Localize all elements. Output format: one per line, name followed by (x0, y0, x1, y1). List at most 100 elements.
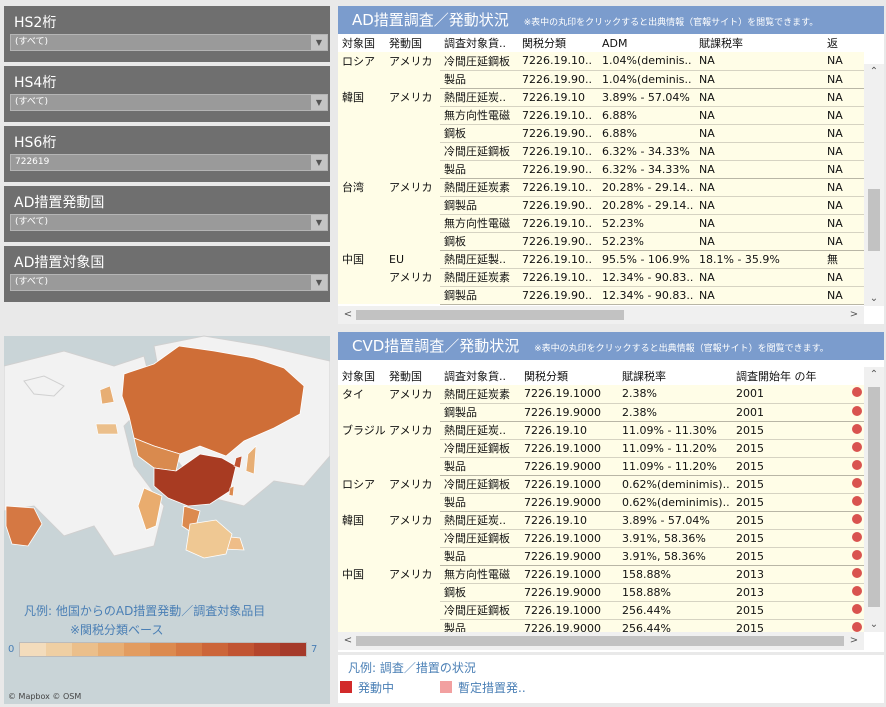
table-row[interactable]: タイ アメリカ 熱間圧延炭素 7226.19.1000 2.38% 2001 (338, 385, 864, 404)
table-row[interactable]: ブラジル アメリカ 熱間圧延炭.. 7226.19.10 11.09% - 11.30%… (338, 421, 864, 440)
filter-select[interactable]: 722619 ▼ (10, 154, 328, 171)
table-row[interactable]: 製品 7226.19.9000 11.09% - 11.20% 2015 (338, 457, 864, 476)
ad-table-viewport[interactable]: 対象国 発動国 調査対象貨.. 関税分類 ADM 賦課税率返 ロシア アメリカ 冷間圧延鋼板 7… (338, 34, 864, 306)
column-header[interactable]: 関税分類 (520, 367, 618, 385)
column-header[interactable]: 対象国 (338, 367, 385, 385)
table-row[interactable]: 鋼板 7226.19.90.. 6.88% NA NA (338, 124, 864, 143)
table-row[interactable]: 台湾 アメリカ 熱間圧延炭素 7226.19.10.. 20.28% - 29.14..… (338, 178, 864, 197)
table-row[interactable]: ロシア アメリカ 冷間圧延鋼板 7226.19.1000 0.62%(deminimis… (338, 475, 864, 494)
filter-select[interactable]: (すべて) ▼ (10, 94, 328, 111)
source-link-cell[interactable] (848, 619, 864, 632)
filter-select[interactable]: (すべて) ▼ (10, 274, 328, 291)
table-row[interactable]: 製品 7226.19.90.. 6.32% - 34.33% NA NA (338, 160, 864, 179)
source-link-cell[interactable] (848, 475, 864, 494)
table-row[interactable]: 製品 7226.19.9000 0.62%(deminimis).. 2015 (338, 493, 864, 512)
table-row[interactable]: 韓国 アメリカ 熱間圧延炭.. 7226.19.10 3.89% - 57.04% NA N… (338, 88, 864, 107)
column-header[interactable]: ADM (598, 34, 695, 52)
source-link-cell[interactable] (848, 511, 864, 530)
table-row[interactable]: 鋼板 7226.19.9000 158.88% 2013 (338, 583, 864, 602)
scroll-thumb[interactable] (868, 189, 880, 251)
table-row[interactable]: 鋼製品 7226.19.9000 2.38% 2001 (338, 403, 864, 422)
scroll-right-icon[interactable]: > (846, 309, 862, 320)
column-header[interactable] (848, 367, 864, 385)
column-header[interactable]: 対象国 (338, 34, 385, 52)
cvd-horizontal-scrollbar[interactable]: < > (338, 632, 864, 650)
source-dot-icon[interactable] (852, 513, 862, 524)
source-dot-icon[interactable] (852, 621, 862, 632)
scroll-thumb[interactable] (868, 387, 880, 607)
column-header[interactable]: 発動国 (385, 34, 440, 52)
source-dot-icon[interactable] (852, 405, 862, 416)
table-row[interactable]: 製品 7226.19.90.. 1.04%(deminis.. NA NA (338, 70, 864, 89)
chevron-down-icon[interactable]: ▼ (311, 35, 327, 50)
table-row[interactable]: 鋼製品 7226.19.90.. 12.34% - 90.83.. NA NA (338, 286, 864, 305)
source-link-cell[interactable] (848, 493, 864, 512)
table-row[interactable]: 冷間圧延鋼板 7226.19.1000 11.09% - 11.20% 2015 (338, 439, 864, 458)
scroll-thumb[interactable] (356, 310, 624, 320)
map-attribution[interactable]: © Mapbox © OSM (8, 692, 81, 701)
legend-item-active[interactable]: 発動中 (340, 679, 394, 696)
scroll-down-icon[interactable]: ⌄ (866, 619, 882, 630)
table-row[interactable]: ロシア アメリカ 冷間圧延鋼板 7226.19.10.. 1.04%(deminis..… (338, 52, 864, 71)
source-link-cell[interactable] (848, 565, 864, 584)
legend-item-provisional[interactable]: 暫定措置発.. (440, 679, 526, 696)
table-row[interactable]: 無方向性電磁 7226.19.10.. 52.23% NA NA (338, 214, 864, 233)
column-header[interactable]: 関税分類 (518, 34, 598, 52)
table-row[interactable]: 中国 アメリカ 無方向性電磁 7226.19.1000 158.88% 2013 (338, 565, 864, 584)
scroll-left-icon[interactable]: < (340, 309, 356, 320)
chevron-down-icon[interactable]: ▼ (311, 215, 327, 230)
filter-select[interactable]: (すべて) ▼ (10, 214, 328, 231)
column-header[interactable]: 賦課税率 (695, 34, 823, 52)
table-row[interactable]: 鋼板 7226.19.90.. 52.23% NA NA (338, 232, 864, 251)
chevron-down-icon[interactable]: ▼ (311, 155, 327, 170)
table-row[interactable]: 冷間圧延鋼板 7226.19.1000 3.91%, 58.36% 2015 (338, 529, 864, 548)
source-dot-icon[interactable] (852, 459, 862, 470)
source-link-cell[interactable] (848, 547, 864, 566)
source-link-cell[interactable] (848, 529, 864, 548)
filter-select[interactable]: (すべて) ▼ (10, 34, 328, 51)
scroll-right-icon[interactable]: > (846, 635, 862, 646)
column-header[interactable]: 調査対象貨.. (440, 34, 518, 52)
column-header[interactable]: 発動国 (385, 367, 440, 385)
column-header[interactable]: 調査対象貨.. (440, 367, 520, 385)
country-brazil[interactable] (5, 505, 43, 547)
source-link-cell[interactable] (848, 385, 864, 404)
table-row[interactable]: 鋼製品 7226.19.90.. 20.28% - 29.14.. NA NA (338, 196, 864, 215)
source-dot-icon[interactable] (852, 441, 862, 452)
source-dot-icon[interactable] (852, 477, 862, 488)
source-dot-icon[interactable] (852, 603, 862, 614)
country-turkey[interactable] (95, 423, 119, 435)
world-map[interactable]: 凡例: 他国からのAD措置発動／調査対象品目 ※関税分類ベース 0 7 © Ma… (4, 306, 330, 704)
table-row[interactable]: 製品 7226.19.9000 3.91%, 58.36% 2015 (338, 547, 864, 566)
cvd-vertical-scrollbar[interactable]: ⌃ ⌄ (864, 367, 884, 632)
source-dot-icon[interactable] (852, 387, 862, 398)
scroll-thumb[interactable] (356, 636, 844, 646)
source-link-cell[interactable] (848, 457, 864, 476)
column-header[interactable]: 返 (823, 34, 864, 52)
table-row[interactable]: 韓国 アメリカ 熱間圧延炭.. 7226.19.10 3.89% - 57.04% 201… (338, 511, 864, 530)
source-link-cell[interactable] (848, 421, 864, 440)
scroll-left-icon[interactable]: < (340, 635, 356, 646)
source-dot-icon[interactable] (852, 549, 862, 560)
table-row[interactable]: 中国 EU 熱間圧延製.. 7226.19.10.. 95.5% - 106.9% 18.… (338, 250, 864, 269)
column-header[interactable]: 賦課税率 (618, 367, 732, 385)
table-row[interactable]: 製品 7226.19.9000 256.44% 2015 (338, 619, 864, 632)
column-header[interactable]: 調査開始年 の年 (732, 367, 848, 385)
table-row[interactable]: 冷間圧延鋼板 7226.19.1000 256.44% 2015 (338, 601, 864, 620)
cvd-table-viewport[interactable]: 対象国 発動国 調査対象貨.. 関税分類 賦課税率 調査開始年 の年 タイ アメリカ 熱間圧延… (338, 367, 864, 632)
source-link-cell[interactable] (848, 601, 864, 620)
table-row[interactable]: 無方向性電磁 7226.19.10.. 6.88% NA NA (338, 106, 864, 125)
source-dot-icon[interactable] (852, 531, 862, 542)
source-dot-icon[interactable] (852, 495, 862, 506)
ad-horizontal-scrollbar[interactable]: < > (338, 306, 864, 324)
source-dot-icon[interactable] (852, 423, 862, 434)
table-row[interactable]: 冷間圧延鋼板 7226.19.10.. 6.32% - 34.33% NA NA (338, 142, 864, 161)
chevron-down-icon[interactable]: ▼ (311, 275, 327, 290)
table-row[interactable]: アメリカ 熱間圧延炭素 7226.19.10.. 12.34% - 90.83.. NA… (338, 268, 864, 287)
scroll-down-icon[interactable]: ⌄ (866, 293, 882, 304)
chevron-down-icon[interactable]: ▼ (311, 95, 327, 110)
ad-vertical-scrollbar[interactable]: ⌃ ⌄ (864, 64, 884, 306)
source-link-cell[interactable] (848, 403, 864, 422)
scroll-up-icon[interactable]: ⌃ (866, 369, 882, 380)
source-dot-icon[interactable] (852, 585, 862, 596)
